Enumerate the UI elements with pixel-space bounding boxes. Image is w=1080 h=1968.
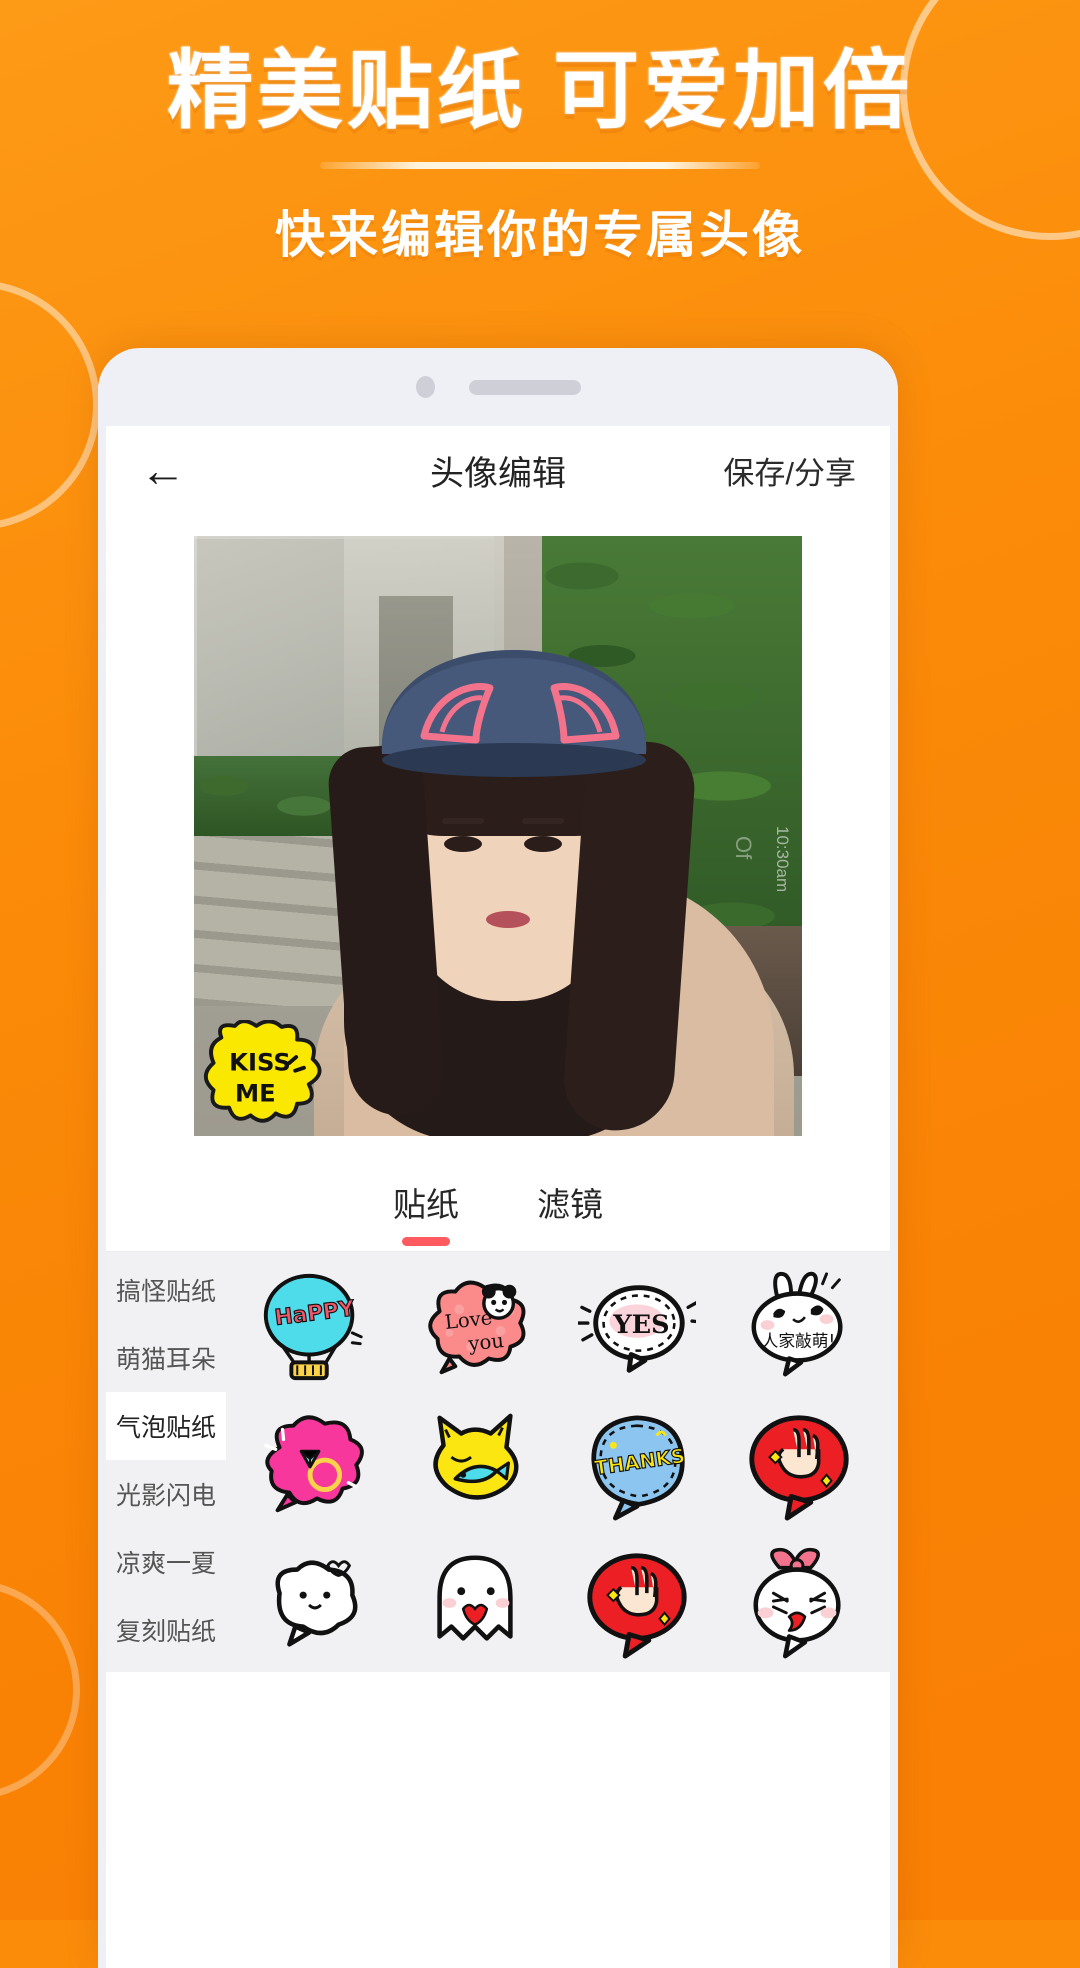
tab-filters-label: 滤镜 xyxy=(537,1185,603,1223)
sticker-love-you-panda[interactable]: Love you xyxy=(414,1266,536,1388)
photo-lips xyxy=(486,911,530,928)
promo-subtitle: 快来编辑你的专属头像 xyxy=(275,206,805,265)
photo-eyebrow-left xyxy=(442,818,484,824)
sticker-panel: 搞怪贴纸 萌猫耳朵 气泡贴纸 光影闪电 凉爽一夏 复刻贴纸 HaPPY Love… xyxy=(106,1252,890,1672)
sticker-category-retro[interactable]: 复刻贴纸 xyxy=(106,1596,226,1664)
photo-watermark-text: Of xyxy=(731,836,756,860)
photo-eyebrow-right xyxy=(522,818,564,824)
app-screen: ← 头像编辑 保存/分享 Of 10:30am KISS ME 贴纸 滤镜 搞怪… xyxy=(106,426,890,1968)
sticker-white-blob[interactable] xyxy=(252,1542,374,1664)
kiss-sticker-line1: KISS xyxy=(229,1048,291,1077)
promo-headline: 精美贴纸 可爱加倍 xyxy=(0,46,1080,136)
sticker-red-hand-2[interactable] xyxy=(576,1542,698,1664)
photo-eye-right xyxy=(524,836,562,852)
sticker-red-hand[interactable] xyxy=(738,1404,860,1526)
sticker-category-light[interactable]: 光影闪电 xyxy=(106,1460,226,1528)
sticker-category-catears[interactable]: 萌猫耳朵 xyxy=(106,1324,226,1392)
applied-kiss-me-sticker[interactable]: KISS ME xyxy=(200,1020,336,1132)
sticker-diamond-ring[interactable] xyxy=(252,1404,374,1526)
promo-headline-part1: 精美贴纸 xyxy=(167,41,527,141)
svg-text:人家敲萌!: 人家敲萌! xyxy=(762,1331,836,1351)
speaker-grille-icon xyxy=(468,379,581,395)
sticker-happy-balloon[interactable]: HaPPY xyxy=(252,1266,374,1388)
app-navbar: ← 头像编辑 保存/分享 xyxy=(106,426,890,514)
phone-top-bezel xyxy=(98,348,898,426)
sticker-yes-bubble[interactable]: YES xyxy=(576,1266,698,1388)
promo-headline-part2: 可爱加倍 xyxy=(553,41,913,141)
sticker-yellow-cat-fish[interactable] xyxy=(414,1404,536,1526)
editor-tabs: 贴纸 滤镜 xyxy=(106,1158,890,1252)
sticker-category-summer[interactable]: 凉爽一夏 xyxy=(106,1528,226,1596)
promo-divider xyxy=(320,162,760,170)
photo-canvas[interactable]: Of 10:30am KISS ME xyxy=(194,536,802,1136)
phone-mockup: ← 头像编辑 保存/分享 Of 10:30am KISS ME 贴纸 滤镜 搞怪… xyxy=(98,348,898,1968)
photo-watermark-time: 10:30am xyxy=(773,826,792,893)
sticker-category-list: 搞怪贴纸 萌猫耳朵 气泡贴纸 光影闪电 凉爽一夏 复刻贴纸 xyxy=(106,1252,226,1672)
promo-header: 精美贴纸 可爱加倍 快来编辑你的专属头像 xyxy=(0,46,1080,267)
save-share-button[interactable]: 保存/分享 xyxy=(723,448,856,493)
tab-stickers-label: 贴纸 xyxy=(393,1185,459,1223)
kiss-sticker-line2: ME xyxy=(235,1079,276,1108)
svg-text:you: you xyxy=(466,1329,505,1356)
sticker-bow-kiss-face[interactable] xyxy=(738,1542,860,1664)
photo-cat-ear-beret xyxy=(381,650,647,777)
tab-active-indicator xyxy=(402,1236,450,1246)
sticker-bunny-cute[interactable]: 人家敲萌! xyxy=(738,1266,860,1388)
camera-icon xyxy=(415,376,435,398)
svg-text:YES: YES xyxy=(612,1310,669,1340)
sticker-ghost-heart[interactable] xyxy=(414,1542,536,1664)
back-arrow-icon[interactable]: ← xyxy=(140,447,186,493)
sticker-grid: HaPPY Love you YES 人家敲萌! THANKS xyxy=(226,1252,890,1672)
tab-stickers[interactable]: 贴纸 xyxy=(393,1178,459,1246)
tab-filters[interactable]: 滤镜 xyxy=(537,1178,603,1232)
sticker-category-funny[interactable]: 搞怪贴纸 xyxy=(106,1256,226,1324)
photo-eye-left xyxy=(444,836,482,852)
sticker-thanks-bubble[interactable]: THANKS xyxy=(576,1404,698,1526)
sticker-category-bubble[interactable]: 气泡贴纸 xyxy=(106,1392,226,1460)
